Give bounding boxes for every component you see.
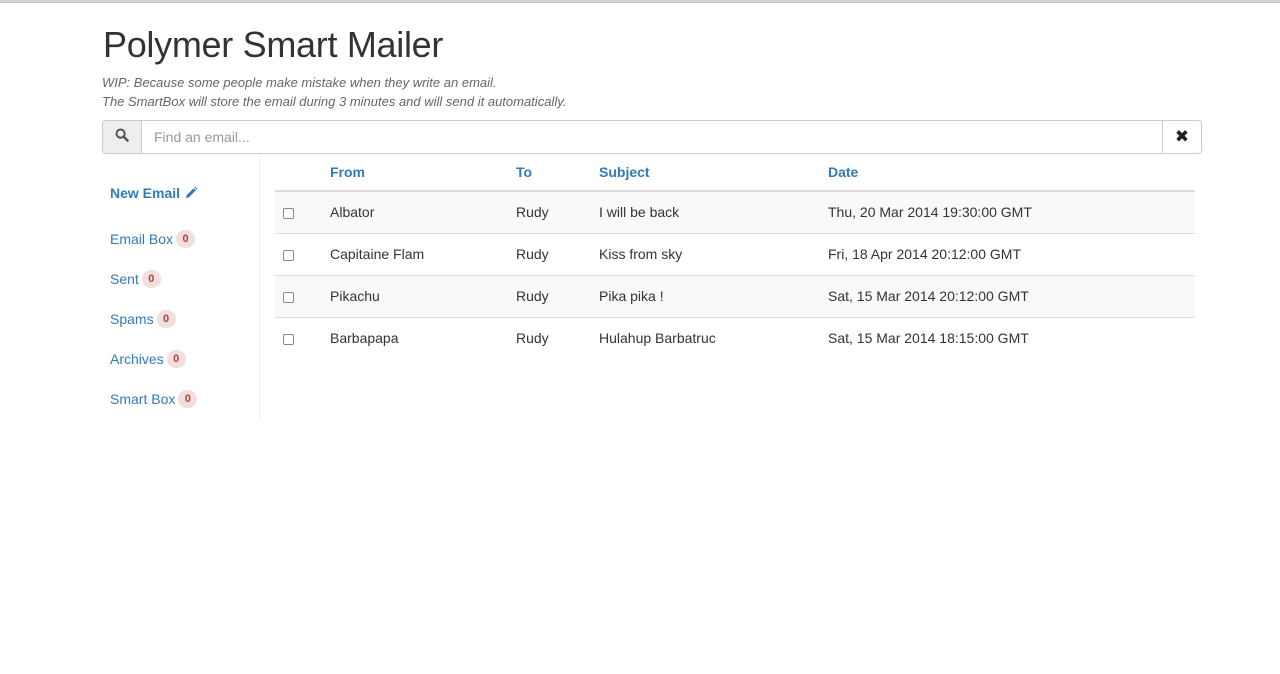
close-icon: ✖ <box>1174 126 1190 147</box>
browser-top-border <box>0 0 1280 3</box>
sidebar: New Email Email Box 0 Sent 0 Spams 0 Arc… <box>102 154 260 420</box>
row-checkbox[interactable] <box>283 208 294 220</box>
pencil-icon <box>184 186 198 200</box>
column-header-to[interactable]: To <box>516 154 599 192</box>
sidebar-item-label: Spams <box>110 311 154 327</box>
cell-subject: I will be back <box>599 191 828 233</box>
clear-search-button[interactable]: ✖ <box>1162 120 1202 154</box>
cell-from: Capitaine Flam <box>330 232 516 275</box>
sidebar-item-sent[interactable]: Sent 0 <box>110 270 161 288</box>
table-row[interactable]: Albator Rudy I will be back Thu, 20 Mar … <box>275 191 1195 233</box>
new-email-link[interactable]: New Email <box>110 185 198 201</box>
count-badge: 0 <box>166 350 186 368</box>
subtitle-line-2: The SmartBox will store the email during… <box>102 94 567 109</box>
search-addon <box>102 120 142 154</box>
count-badge: 0 <box>176 230 196 248</box>
email-table-container: From To Subject Date Albator Rudy I will… <box>275 154 1195 359</box>
sidebar-item-smart-box[interactable]: Smart Box 0 <box>110 390 198 408</box>
table-row[interactable]: Barbapapa Rudy Hulahup Barbatruc Sat, 15… <box>275 316 1195 359</box>
column-header-subject[interactable]: Subject <box>599 154 828 192</box>
cell-date: Sat, 15 Mar 2014 18:15:00 GMT <box>828 316 1195 359</box>
cell-subject: Kiss from sky <box>599 232 828 275</box>
search-input[interactable] <box>142 120 1162 154</box>
row-checkbox[interactable] <box>283 291 294 303</box>
row-checkbox[interactable] <box>283 249 294 261</box>
row-checkbox[interactable] <box>283 334 294 346</box>
cell-subject: Hulahup Barbatruc <box>599 316 828 359</box>
search-icon <box>115 128 129 147</box>
cell-date: Sat, 15 Mar 2014 20:12:00 GMT <box>828 274 1195 317</box>
search-bar: ✖ <box>102 120 1202 154</box>
cell-from: Albator <box>330 191 516 233</box>
table-row[interactable]: Pikachu Rudy Pika pika ! Sat, 15 Mar 201… <box>275 274 1195 317</box>
cell-subject: Pika pika ! <box>599 274 828 317</box>
sidebar-item-label: Sent <box>110 271 139 287</box>
new-email-label: New Email <box>110 185 181 201</box>
page-title: Polymer Smart Mailer <box>103 24 444 65</box>
count-badge: 0 <box>156 310 176 328</box>
cell-to: Rudy <box>516 191 599 233</box>
select-column-header <box>275 154 330 192</box>
sidebar-item-spams[interactable]: Spams 0 <box>110 310 176 328</box>
cell-to: Rudy <box>516 274 599 317</box>
count-badge: 0 <box>178 390 198 408</box>
column-header-from[interactable]: From <box>330 154 516 192</box>
cell-from: Pikachu <box>330 274 516 317</box>
email-table: From To Subject Date Albator Rudy I will… <box>275 154 1195 359</box>
cell-from: Barbapapa <box>330 316 516 359</box>
sidebar-item-label: Smart Box <box>110 391 176 407</box>
sidebar-item-label: Email Box <box>110 231 174 247</box>
cell-to: Rudy <box>516 316 599 359</box>
sidebar-item-archives[interactable]: Archives 0 <box>110 350 186 368</box>
table-row[interactable]: Capitaine Flam Rudy Kiss from sky Fri, 1… <box>275 232 1195 275</box>
sidebar-item-label: Archives <box>110 351 164 367</box>
cell-date: Fri, 18 Apr 2014 20:12:00 GMT <box>828 232 1195 275</box>
count-badge: 0 <box>141 270 161 288</box>
cell-date: Thu, 20 Mar 2014 19:30:00 GMT <box>828 191 1195 233</box>
column-header-date[interactable]: Date <box>828 154 1195 192</box>
sidebar-item-email-box[interactable]: Email Box 0 <box>110 230 196 248</box>
cell-to: Rudy <box>516 232 599 275</box>
subtitle-line-1: WIP: Because some people make mistake wh… <box>102 75 497 90</box>
table-header-row: From To Subject Date <box>275 154 1195 192</box>
